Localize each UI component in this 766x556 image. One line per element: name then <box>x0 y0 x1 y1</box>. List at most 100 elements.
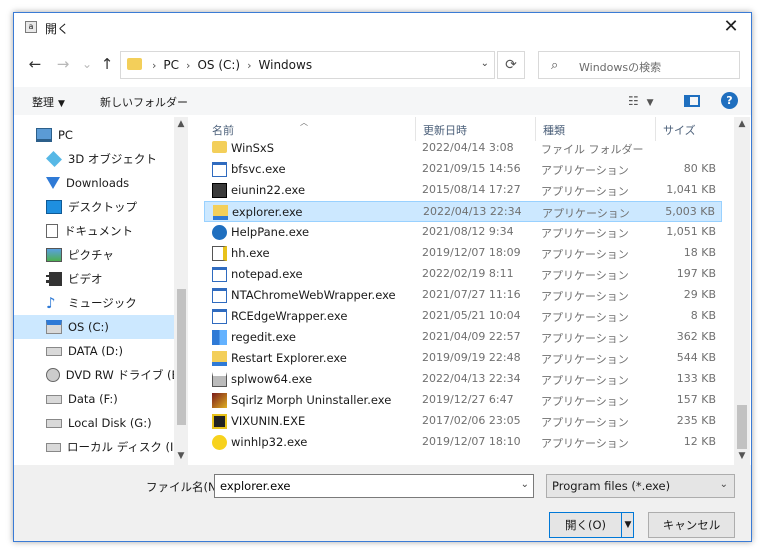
file-list: ︿ 名前 更新日時 種類 サイズ WinSxS 2022/04/14 3:08 ファ… <box>204 117 740 465</box>
table-row[interactable]: Sqirlz Morph Uninstaller.exe 2019/12/27 6… <box>204 390 722 411</box>
table-row[interactable]: winhlp32.exe 2019/12/07 18:10 アプリケーション 12 K… <box>204 432 722 453</box>
forward-button[interactable]: → <box>52 53 74 75</box>
sidebar-item-label: Data (F:) <box>68 392 118 406</box>
file-date: 2015/08/14 17:27 <box>422 183 521 196</box>
table-row[interactable]: splwow64.exe 2022/04/13 22:34 アプリケーション 133 … <box>204 369 722 390</box>
file-scroll-thumb[interactable] <box>737 405 747 449</box>
dialog-app-icon: a <box>25 21 37 33</box>
scroll-down-icon[interactable]: ▼ <box>734 451 750 461</box>
sidebar-item[interactable]: PC <box>14 123 174 147</box>
scroll-up-icon[interactable]: ▲ <box>174 119 188 129</box>
app-window-icon <box>212 309 227 324</box>
file-date: 2019/12/07 18:09 <box>422 246 521 259</box>
search-input[interactable]: Windowsの検索 <box>579 59 661 75</box>
preview-pane-icon[interactable] <box>684 95 700 107</box>
address-dropdown-button[interactable]: ⌄ <box>481 58 489 69</box>
column-header-name[interactable]: 名前 <box>212 122 234 138</box>
sidebar-item[interactable]: Local Disk (G:) <box>14 411 174 435</box>
scroll-down-icon[interactable]: ▼ <box>174 451 188 461</box>
up-button[interactable]: ↑ <box>96 53 118 75</box>
file-type: アプリケーション <box>541 227 629 240</box>
scroll-up-icon[interactable]: ▲ <box>734 119 750 129</box>
table-row[interactable]: NTAChromeWebWrapper.exe 2021/07/27 11:16 ア… <box>204 285 722 306</box>
title-bar[interactable]: a 開く ✕ <box>14 13 751 43</box>
file-list-scrollbar[interactable]: ▲ ▼ <box>734 117 750 465</box>
sidebar-item-label: Local Disk (G:) <box>68 416 152 430</box>
table-row[interactable]: Restart Explorer.exe 2019/09/19 22:48 アプリケ… <box>204 348 722 369</box>
cancel-button[interactable]: キャンセル <box>648 512 735 538</box>
search-box[interactable]: ⌕ Windowsの検索 <box>538 51 740 79</box>
open-button[interactable]: 開く(O) <box>550 513 622 537</box>
drive-icon <box>46 418 62 428</box>
film-icon <box>46 272 62 286</box>
nav-scrollbar[interactable]: ▲ ▼ <box>174 117 188 465</box>
uninstaller-icon <box>212 393 227 408</box>
file-type-filter[interactable]: Program files (*.exe) ⌄ <box>546 474 735 498</box>
column-header-date[interactable]: 更新日時 <box>423 122 467 138</box>
table-row[interactable]: WinSxS 2022/04/14 3:08 ファイル フォルダー <box>204 138 722 159</box>
breadcrumb-item-os-c[interactable]: OS (C:) <box>197 58 240 72</box>
sidebar-item-label: PC <box>58 128 73 142</box>
file-size: 12 KB <box>683 435 716 448</box>
dvd-icon <box>46 368 60 382</box>
table-row[interactable]: bfsvc.exe 2021/09/15 14:56 アプリケーション 80 KB <box>204 159 722 180</box>
dropdown-arrow-icon: ▼ <box>58 99 65 109</box>
sidebar-item[interactable]: Data (F:) <box>14 387 174 411</box>
sidebar-item[interactable]: Downloads <box>14 171 174 195</box>
sidebar-item-label: デスクトップ <box>68 200 137 214</box>
breadcrumb-item-pc[interactable]: PC <box>163 58 179 72</box>
sidebar-item[interactable]: ビデオ <box>14 267 174 291</box>
chevron-right-icon: › <box>186 58 191 72</box>
close-icon: ✕ <box>723 16 739 37</box>
filename-input[interactable] <box>220 476 510 496</box>
navigation-pane: PC 3D オブジェクト Downloads デスクトップドキュメント ピクチャ ビデオ ♪… <box>14 117 188 465</box>
dialog-footer: ファイル名(N): ⌄ Program files (*.exe) ⌄ 開く(O… <box>14 465 751 541</box>
chevron-down-icon[interactable]: ⌄ <box>521 479 529 490</box>
organize-button[interactable]: 整理 ▼ <box>32 94 65 110</box>
sidebar-item[interactable]: ピクチャ <box>14 243 174 267</box>
sidebar-item[interactable]: DVD RW ドライブ (E:) . <box>14 363 174 387</box>
refresh-button[interactable]: ⟳ <box>497 51 525 79</box>
breadcrumb-item-windows[interactable]: Windows <box>259 58 313 72</box>
address-bar[interactable]: › PC › OS (C:) › Windows ⌄ <box>120 51 495 79</box>
sidebar-item[interactable]: ドキュメント <box>14 219 174 243</box>
sidebar-item[interactable]: デスクトップ <box>14 195 174 219</box>
back-button[interactable]: ← <box>24 53 46 75</box>
table-row[interactable]: regedit.exe 2021/04/09 22:57 アプリケーション 362 K… <box>204 327 722 348</box>
nav-scroll-thumb[interactable] <box>177 289 186 425</box>
file-size: 5,003 KB <box>665 205 715 218</box>
table-row[interactable]: RCEdgeWrapper.exe 2021/05/21 10:04 アプリケーショ… <box>204 306 722 327</box>
file-type: アプリケーション <box>541 164 629 177</box>
table-row[interactable]: eiunin22.exe 2015/08/14 17:27 アプリケーション 1,04… <box>204 180 722 201</box>
app-window-icon <box>212 162 227 177</box>
help-icon[interactable]: ? <box>721 92 738 109</box>
table-row[interactable]: explorer.exe 2022/04/13 22:34 アプリケーション 5,00… <box>204 201 722 222</box>
filename-combobox[interactable]: ⌄ <box>214 474 534 498</box>
file-size: 544 KB <box>676 351 716 364</box>
file-type: アプリケーション <box>541 332 629 345</box>
new-folder-button[interactable]: 新しいフォルダー <box>100 94 188 110</box>
sidebar-item[interactable]: OS (C:) <box>14 315 174 339</box>
file-date: 2019/12/07 18:10 <box>422 435 521 448</box>
back-arrow-icon: ← <box>28 55 42 73</box>
open-options-button[interactable]: ▼ <box>623 513 633 537</box>
table-row[interactable]: HelpPane.exe 2021/08/12 9:34 アプリケーション 1,051… <box>204 222 722 243</box>
sidebar-item[interactable]: 3D オブジェクト <box>14 147 174 171</box>
sidebar-item[interactable]: ローカル ディスク (I:) <box>14 435 174 459</box>
close-button[interactable]: ✕ <box>711 13 751 43</box>
column-header-type[interactable]: 種類 <box>543 122 565 138</box>
sidebar-item[interactable]: ♪ ミュージック <box>14 291 174 315</box>
file-date: 2021/05/21 10:04 <box>422 309 521 322</box>
file-size: 1,041 KB <box>666 183 716 196</box>
file-size: 133 KB <box>676 372 716 385</box>
recent-locations-button[interactable]: ⌄ <box>76 53 98 75</box>
table-row[interactable]: notepad.exe 2022/02/19 8:11 アプリケーション 197 KB <box>204 264 722 285</box>
table-row[interactable]: hh.exe 2019/12/07 18:09 アプリケーション 18 KB <box>204 243 722 264</box>
table-row[interactable]: VIXUNIN.EXE 2017/02/06 23:05 アプリケーション 235 K… <box>204 411 722 432</box>
sidebar-item[interactable]: DATA (D:) <box>14 339 174 363</box>
change-view-button[interactable]: ☷ ▼ <box>628 94 654 108</box>
dropdown-arrow-icon: ▼ <box>646 98 654 108</box>
chevron-down-icon: ⌄ <box>719 479 728 490</box>
column-header-size[interactable]: サイズ <box>663 122 696 138</box>
file-date: 2021/08/12 9:34 <box>422 225 514 238</box>
